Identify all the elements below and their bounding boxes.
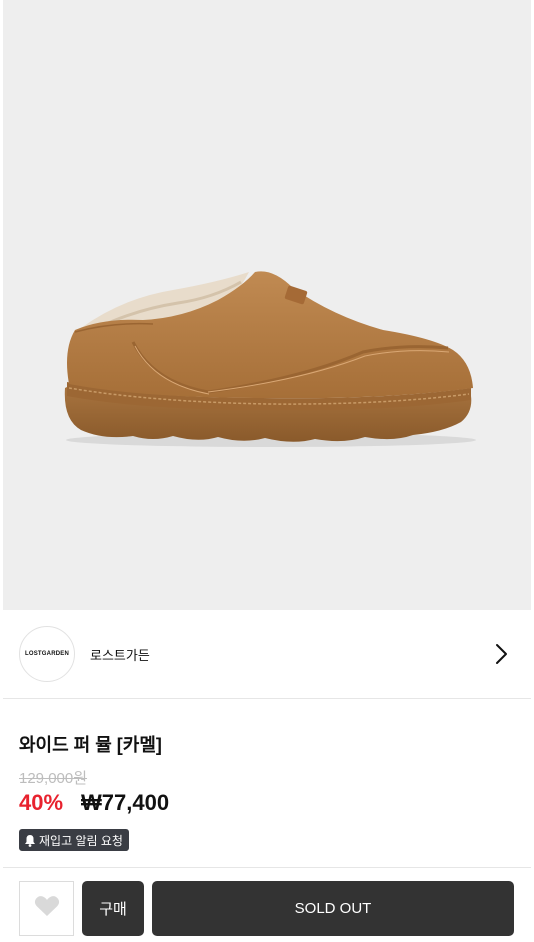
brand-logo-text: LOSTGARDEN xyxy=(25,651,69,657)
buy-button[interactable]: 구매 xyxy=(82,881,144,936)
sold-out-button[interactable]: SOLD OUT xyxy=(152,881,514,936)
restock-alert-button[interactable]: 재입고 알림 요청 xyxy=(19,829,129,851)
slipper-image xyxy=(64,271,476,447)
heart-icon xyxy=(34,895,60,922)
bell-icon xyxy=(24,834,36,847)
restock-alert-label: 재입고 알림 요청 xyxy=(39,833,123,848)
chevron-right-icon[interactable] xyxy=(493,642,511,666)
like-button[interactable] xyxy=(19,881,74,936)
brand-name[interactable]: 로스트가든 xyxy=(90,645,150,664)
divider xyxy=(3,867,531,868)
discount-rate: 40% xyxy=(19,790,64,815)
product-image[interactable] xyxy=(3,0,531,610)
original-price: 129,000원 xyxy=(19,770,88,787)
brand-logo[interactable]: LOSTGARDEN xyxy=(19,626,75,682)
brand-row[interactable]: LOSTGARDEN 로스트가든 xyxy=(3,610,531,699)
sale-price: ₩77,400 xyxy=(81,790,170,815)
product-title: 와이드 퍼 뮬 [카멜] xyxy=(19,735,162,755)
